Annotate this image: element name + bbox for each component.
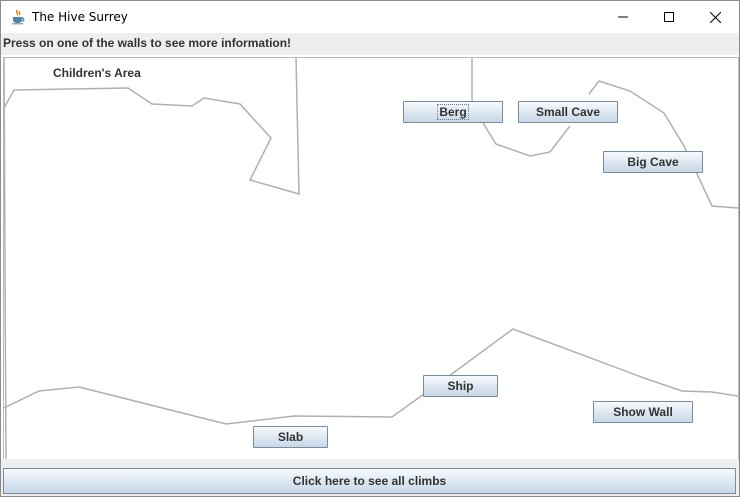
instructions-text: Press on one of the walls to see more in… [1, 33, 739, 55]
window-title: The Hive Surrey [32, 10, 128, 24]
small-cave-button-label: Small Cave [535, 105, 601, 119]
close-button[interactable] [692, 1, 738, 33]
childrens-area-label: Children's Area [53, 66, 141, 80]
big-cave-button-label: Big Cave [627, 155, 679, 169]
ship-button-label: Ship [447, 379, 474, 393]
ship-button[interactable]: Ship [423, 375, 498, 397]
gym-map: Children's Area Berg Small Cave Big Cave… [3, 57, 739, 461]
maximize-icon [664, 12, 674, 22]
slab-button-label: Slab [277, 430, 304, 444]
close-icon [709, 11, 721, 23]
small-cave-button[interactable]: Small Cave [518, 101, 618, 123]
berg-button[interactable]: Berg [403, 101, 503, 123]
java-coffee-cup-icon [10, 9, 26, 25]
minimize-button[interactable] [600, 1, 646, 33]
all-climbs-button[interactable]: Click here to see all climbs [3, 468, 736, 494]
big-cave-button[interactable]: Big Cave [603, 151, 703, 173]
wall-outlines [4, 58, 738, 460]
show-wall-button[interactable]: Show Wall [593, 401, 693, 423]
app-window: The Hive Surrey Press on one of the wall… [0, 0, 740, 497]
title-bar[interactable]: The Hive Surrey [1, 1, 739, 33]
maximize-button[interactable] [646, 1, 692, 33]
slab-button[interactable]: Slab [253, 426, 328, 448]
left-wall [4, 58, 7, 460]
show-wall-button-label: Show Wall [613, 405, 673, 419]
childrens-area-wall [4, 58, 300, 196]
all-climbs-button-label: Click here to see all climbs [292, 474, 447, 488]
berg-button-label: Berg [437, 104, 469, 120]
minimize-icon [618, 16, 628, 18]
